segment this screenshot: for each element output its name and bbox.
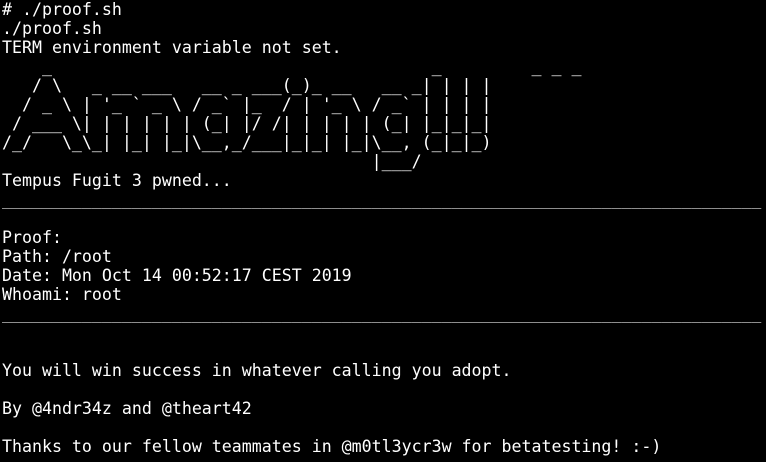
- date-line: Date: Mon Oct 14 00:52:17 CEST 2019: [2, 266, 352, 285]
- path-line: Path: /root: [2, 247, 112, 266]
- whoami-line: Whoami: root: [2, 285, 122, 304]
- ascii-art-banner: _ _ _ _ _ / \ _ __ ___ __ _ ___(_)_ __ _…: [2, 57, 582, 171]
- prompt-command-line: # ./proof.sh: [2, 0, 122, 19]
- proof-label-line: Proof:: [2, 228, 62, 247]
- echo-command-line: ./proof.sh: [2, 19, 102, 38]
- quote-line: You will win success in whatever calling…: [2, 361, 512, 380]
- thanks-line: Thanks to our fellow teammates in @m0tl3…: [2, 437, 662, 456]
- separator-top: ________________________________________…: [2, 190, 762, 209]
- separator-bottom: ________________________________________…: [2, 304, 762, 323]
- terminal-window[interactable]: # ./proof.sh ./proof.sh TERM environment…: [0, 0, 766, 462]
- pwned-message-line: Tempus Fugit 3 pwned...: [2, 171, 232, 190]
- term-warning-line: TERM environment variable not set.: [2, 38, 342, 57]
- authors-line: By @4ndr34z and @theart42: [2, 399, 252, 418]
